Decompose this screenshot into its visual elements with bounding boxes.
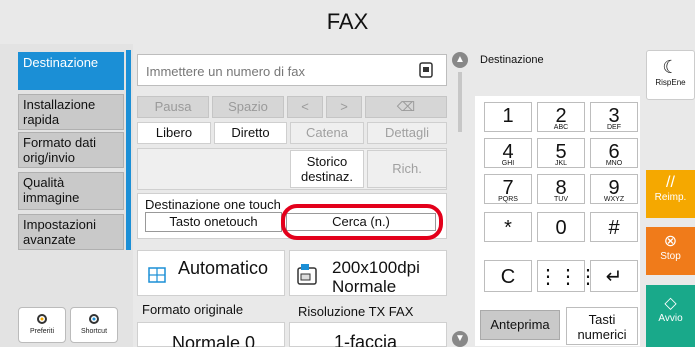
- pause-button[interactable]: Pausa: [137, 96, 209, 118]
- original-size-label: Formato originale: [142, 302, 244, 317]
- key-0[interactable]: 0: [537, 212, 585, 242]
- rich-button[interactable]: Rich.: [367, 150, 447, 188]
- original-size-icon: [148, 267, 166, 283]
- fax-number-placeholder: Immettere un numero di fax: [146, 64, 305, 79]
- favorites-label: Preferiti: [29, 328, 55, 335]
- key-3[interactable]: 3 DEF: [590, 102, 638, 132]
- density-value: Normale 0: [172, 333, 256, 347]
- reset-button[interactable]: // Reimp.: [646, 170, 695, 218]
- key-9[interactable]: 9 WXYZ: [590, 174, 638, 204]
- space-button[interactable]: Spazio: [212, 96, 284, 118]
- numeric-keys-button[interactable]: Tasti numerici: [566, 307, 638, 345]
- grid-icon: ⋮⋮⋮: [538, 266, 598, 288]
- start-label: Avvio: [658, 313, 683, 324]
- fax-number-input[interactable]: Immettere un numero di fax: [137, 54, 447, 86]
- cursor-left-button[interactable]: <: [287, 96, 323, 118]
- moon-icon: ☾: [662, 57, 679, 77]
- reset-icon: //: [666, 174, 675, 191]
- key-2[interactable]: 2 ABC: [537, 102, 585, 132]
- keypad-destination-label: Destinazione: [480, 54, 544, 66]
- highlight-ring: [281, 204, 443, 240]
- key-star[interactable]: *: [484, 212, 532, 242]
- original-size-value: Automatico: [178, 258, 269, 278]
- sidebar-item-destinazione[interactable]: Destinazione: [18, 52, 124, 90]
- reset-label: Reimp.: [654, 192, 687, 203]
- resolution-label: Risoluzione TX FAX: [298, 304, 414, 319]
- libero-button[interactable]: Libero: [137, 122, 211, 144]
- scrollbar-thumb[interactable]: [458, 72, 462, 132]
- onetouch-button[interactable]: Tasto onetouch: [145, 212, 282, 232]
- onetouch-header: Destinazione one touch: [145, 197, 281, 212]
- gear-icon: [89, 314, 99, 324]
- start-button[interactable]: ◇ Avvio: [646, 285, 695, 347]
- key-4[interactable]: 4 GHI: [484, 138, 532, 168]
- address-book-icon[interactable]: [418, 62, 434, 78]
- scroll-down-button[interactable]: ▼: [452, 331, 468, 347]
- key-1[interactable]: 1: [484, 102, 532, 132]
- sidebar-item-installazione-rapida[interactable]: Installazione rapida: [18, 94, 124, 130]
- sidebar-accent-strip: [126, 50, 131, 250]
- catena-button[interactable]: Catena: [290, 122, 364, 144]
- shortcut-label: Shortcut: [80, 328, 108, 335]
- key-5[interactable]: 5 JKL: [537, 138, 585, 168]
- preview-button[interactable]: Anteprima: [480, 310, 560, 340]
- scroll-up-button[interactable]: ▲: [452, 52, 468, 68]
- fax-machine-icon: [297, 264, 317, 285]
- backspace-button[interactable]: ⌫: [365, 96, 447, 118]
- resolution-value: 200x100dpi Normale: [332, 258, 420, 296]
- diretto-button[interactable]: Diretto: [214, 122, 287, 144]
- storico-destinaz-button[interactable]: Storico destinaz.: [290, 150, 364, 188]
- stop-icon: ⊗: [663, 233, 678, 250]
- dettagli-button[interactable]: Dettagli: [367, 122, 447, 144]
- chevron-down-icon: ▼: [455, 333, 465, 344]
- key-7[interactable]: 7 PQRS: [484, 174, 532, 204]
- cursor-right-button[interactable]: >: [326, 96, 362, 118]
- chevron-left-icon: <: [301, 99, 309, 114]
- clear-button[interactable]: C: [484, 260, 532, 292]
- sidebar-item-impostazioni-avanzate[interactable]: Impostazioni avanzate: [18, 214, 124, 250]
- stop-label: Stop: [660, 251, 681, 262]
- key-hash[interactable]: #: [590, 212, 638, 242]
- gear-star-icon: [37, 314, 47, 324]
- chevron-right-icon: >: [340, 99, 348, 114]
- chevron-up-icon: ▲: [455, 54, 465, 65]
- page-title: FAX: [326, 9, 369, 34]
- stop-button[interactable]: ⊗ Stop: [646, 227, 695, 275]
- key-8[interactable]: 8 TUV: [537, 174, 585, 204]
- energy-saver-button[interactable]: ☾ RispEne: [646, 50, 695, 100]
- energy-saver-label: RispEne: [655, 78, 686, 87]
- sidebar-item-qualita-immagine[interactable]: Qualità immagine: [18, 172, 124, 210]
- enter-button[interactable]: ↵: [590, 260, 638, 292]
- grid-keys-button[interactable]: ⋮⋮⋮: [537, 260, 598, 292]
- key-6[interactable]: 6 MNO: [590, 138, 638, 168]
- backspace-icon: ⌫: [396, 99, 416, 114]
- start-icon: ◇: [664, 295, 677, 312]
- duplex-value: 1-faccia: [334, 332, 398, 347]
- favorites-button[interactable]: Preferiti: [18, 307, 66, 343]
- sidebar-item-formato-dati[interactable]: Formato dati orig/invio: [18, 132, 124, 168]
- shortcut-button[interactable]: Shortcut: [70, 307, 118, 343]
- enter-icon: ↵: [605, 266, 623, 288]
